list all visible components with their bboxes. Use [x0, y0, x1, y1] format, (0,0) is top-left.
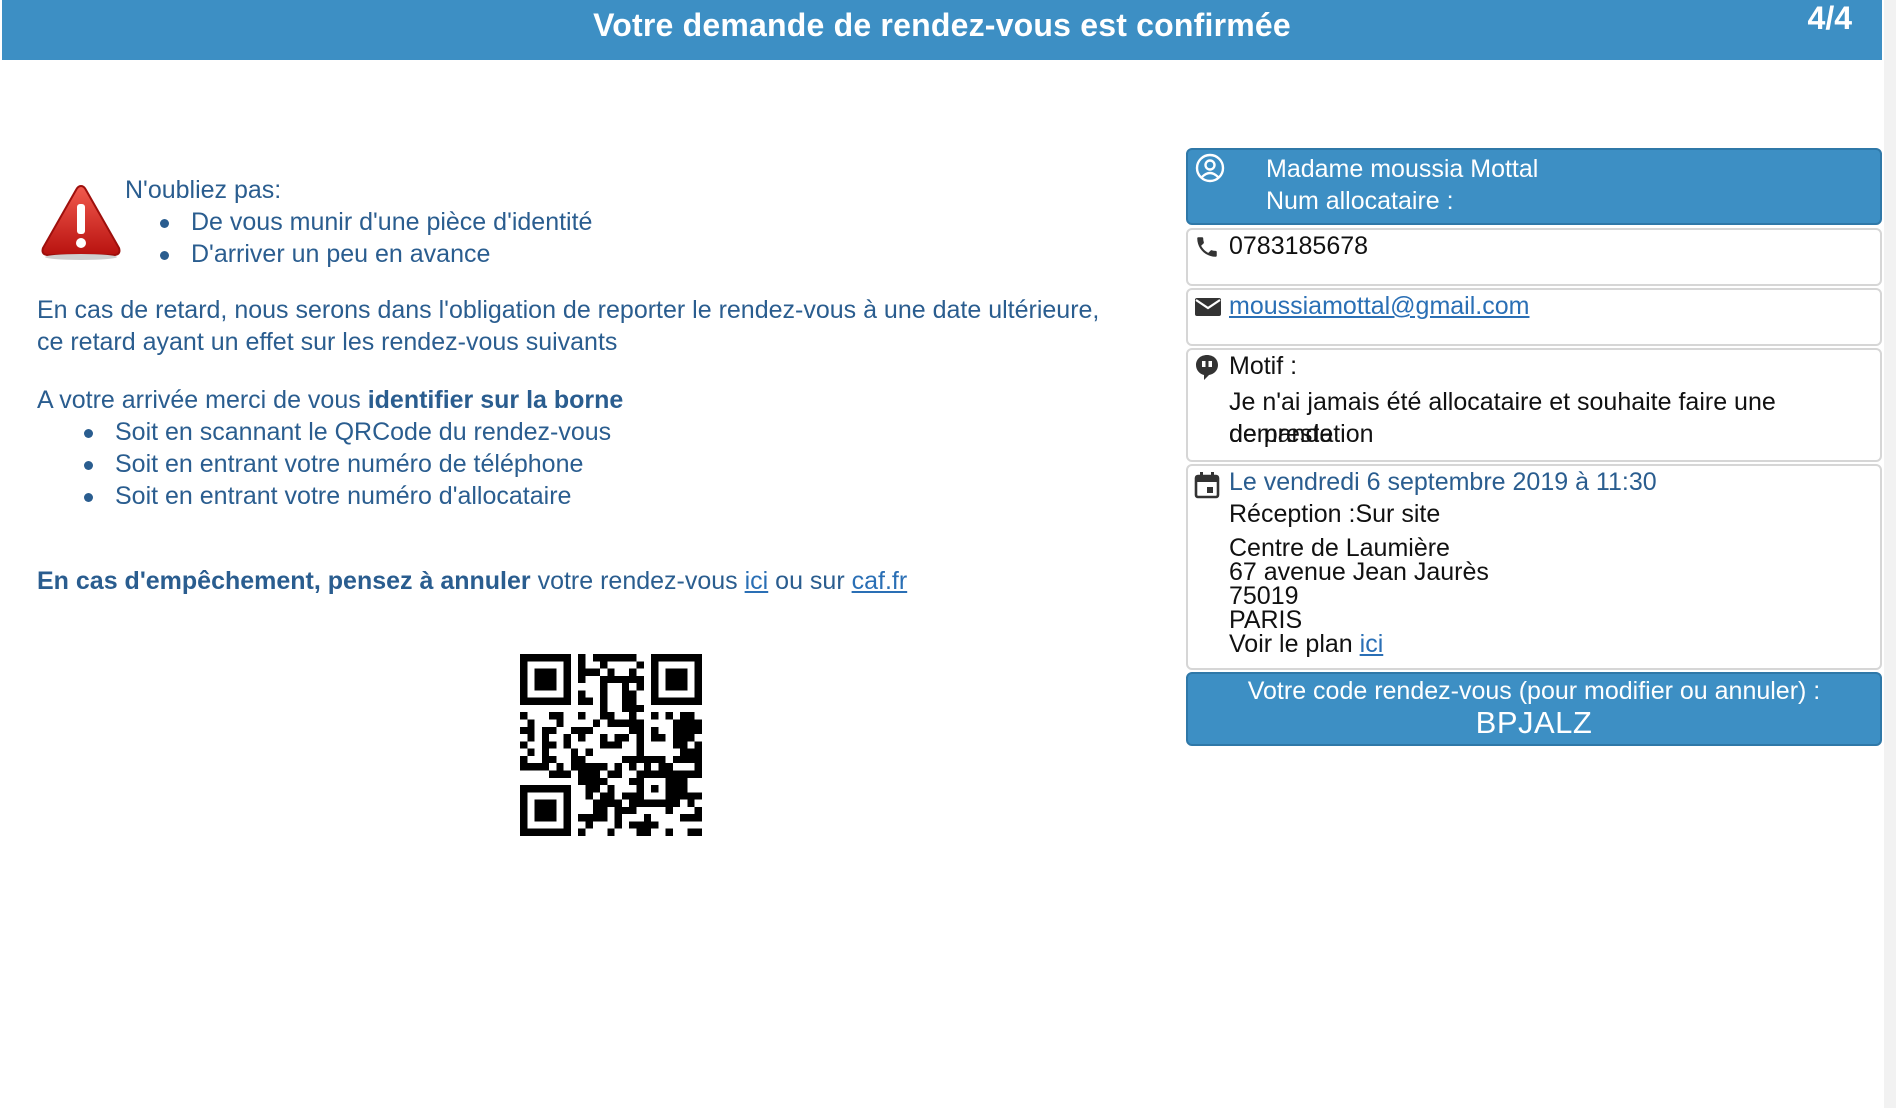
- list-item: De vous munir d'une pièce d'identité: [159, 208, 593, 236]
- appointment-qr-code: [520, 654, 702, 836]
- arrival-list: Soit en scannant le QRCode du rendez-vou…: [37, 416, 623, 512]
- motif-label: Motif :: [1229, 352, 1298, 380]
- center-zip: 75019: [1229, 582, 1299, 610]
- motif-card: Motif : Je n'ai jamais été allocataire e…: [1186, 348, 1882, 462]
- page-header: Votre demande de rendez-vous est confirm…: [2, 0, 1882, 60]
- chat-bubble-icon: [1196, 355, 1218, 380]
- list-item: D'arriver un peu en avance: [159, 238, 592, 270]
- profile-num-allocataire: Num allocataire :: [1266, 187, 1454, 215]
- reminder-block: N'oubliez pas: De vous munir d'une pièce…: [125, 174, 592, 270]
- arrival-intro-text: A votre arrivée merci de vous: [37, 386, 368, 414]
- calendar-icon: [1194, 472, 1220, 499]
- cancel-strong: En cas d'empêchement, pensez à annuler: [37, 567, 531, 595]
- list-item: Soit en scannant le QRCode du rendez-vou…: [83, 416, 623, 448]
- map-prefix: Voir le plan: [1229, 630, 1360, 658]
- reminder-title: N'oubliez pas:: [125, 176, 282, 204]
- profile-card: Madame moussia Mottal Num allocataire :: [1186, 148, 1882, 225]
- map-link[interactable]: ici: [1360, 630, 1384, 658]
- delay-line-1: En cas de retard, nous serons dans l'obl…: [37, 296, 1100, 324]
- motif-line-2: de prestation: [1229, 420, 1374, 448]
- code-value: BPJALZ: [1475, 705, 1593, 740]
- cancel-here-link[interactable]: ici: [745, 567, 769, 595]
- email-link[interactable]: moussiamottal@gmail.com: [1229, 290, 1529, 322]
- arrival-instructions: A votre arrivée merci de vous identifier…: [37, 384, 623, 512]
- appointment-date: Le vendredi 6 septembre 2019 à 11:30: [1229, 468, 1657, 496]
- center-street: 67 avenue Jean Jaurès: [1229, 558, 1489, 586]
- cancel-text: votre rendez-vous: [530, 567, 745, 595]
- envelope-icon: [1195, 298, 1221, 316]
- warning-triangle-icon: [41, 184, 121, 260]
- step-indicator: 4/4: [1807, 0, 1852, 36]
- caf-fr-link[interactable]: caf.fr: [852, 567, 908, 595]
- code-label: Votre code rendez-vous (pour modifier ou…: [1247, 677, 1821, 705]
- delay-line-2: ce retard ayant un effet sur les rendez-…: [37, 328, 618, 356]
- appointment-reception: Réception :Sur site: [1229, 500, 1441, 528]
- reminder-list: De vous munir d'une pièce d'identité D'a…: [125, 206, 592, 270]
- email-card: moussiamottal@gmail.com: [1186, 288, 1882, 346]
- profile-name: Madame moussia Mottal: [1266, 155, 1539, 183]
- center-address: Centre de Laumière 67 avenue Jean Jaurès…: [1229, 534, 1489, 658]
- list-item: Soit en entrant votre numéro de téléphon…: [83, 448, 623, 480]
- page-title: Votre demande de rendez-vous est confirm…: [593, 7, 1291, 43]
- list-item: Soit en entrant votre numéro d'allocatai…: [83, 480, 623, 512]
- map-line: Voir le plan ici: [1229, 630, 1489, 658]
- page-edge: [1884, 0, 1896, 1108]
- cancel-text-2: ou sur: [768, 567, 852, 595]
- center-name: Centre de Laumière: [1229, 534, 1450, 562]
- phone-card: 0783185678: [1186, 228, 1882, 286]
- cancel-notice: En cas d'empêchement, pensez à annuler v…: [37, 565, 907, 597]
- center-city: PARIS: [1229, 606, 1303, 634]
- arrival-intro-strong: identifier sur la borne: [367, 386, 624, 414]
- phone-number: 0783185678: [1229, 232, 1369, 260]
- delay-notice: En cas de retard, nous serons dans l'obl…: [37, 294, 1147, 358]
- appointment-card: Le vendredi 6 septembre 2019 à 11:30 Réc…: [1186, 464, 1882, 670]
- phone-icon: [1197, 237, 1217, 257]
- appointment-code-card: Votre code rendez-vous (pour modifier ou…: [1186, 672, 1882, 746]
- arrival-intro: A votre arrivée merci de vous identifier…: [37, 384, 623, 416]
- user-circle-icon: [1195, 153, 1225, 183]
